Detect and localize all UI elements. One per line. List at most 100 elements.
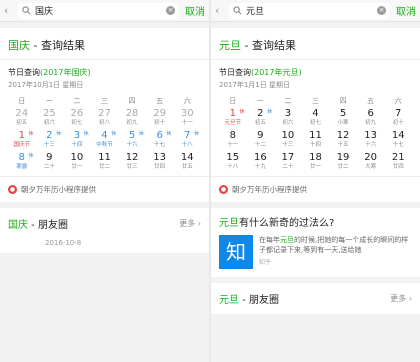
calendar-day[interactable]: 11 十四	[302, 130, 330, 150]
calendar-result-card[interactable]: 国庆 - 查询结果 节日查询(2017年国庆) 2017年10月1日 星期日 日…	[0, 28, 209, 202]
calendar-day[interactable]: 30 十一	[173, 108, 201, 128]
weekday-header: 二	[73, 97, 81, 105]
more-link[interactable]: 更多	[390, 293, 412, 304]
calendar-day[interactable]: 10 十三	[274, 130, 302, 150]
calendar-day[interactable]: 7 十八休	[173, 130, 201, 150]
day-number: 7	[395, 108, 402, 119]
left-screen: ‹ 国庆 × 取消 国庆 - 查询结果 节日查询(2017年国庆) 2017年1…	[0, 0, 209, 362]
lunar-label: 二十	[43, 164, 55, 170]
weekday-header: 一	[45, 97, 53, 105]
right-screen: ‹ 元旦 × 取消 元旦 - 查询结果 节日查询(2017年元旦) 2017年1…	[211, 0, 420, 362]
calendar-day[interactable]: 3 十四休	[63, 130, 91, 150]
calendar-day[interactable]: 1 国庆节休	[8, 130, 36, 150]
source-row: ● 朝夕万年历小程序提供	[211, 176, 420, 202]
calendar-day[interactable]: 8 寒露休	[8, 152, 36, 172]
calendar-day[interactable]: 13 十六	[357, 130, 385, 150]
calendar-day[interactable]: 17 二十	[274, 152, 302, 172]
weekday-header: 三	[311, 97, 319, 105]
calendar-day[interactable]: 26 初七	[63, 108, 91, 128]
day-number: 29	[153, 108, 166, 119]
lunar-label: 十二	[254, 142, 266, 148]
lunar-label: 十一	[181, 120, 193, 126]
moments-section[interactable]: 元旦 - 朋友圈 更多	[211, 283, 420, 314]
calendar-day[interactable]: 21 廿四	[384, 152, 412, 172]
calendar-day[interactable]: 14 十七	[384, 130, 412, 150]
day-number: 9	[257, 130, 264, 141]
calendar-day[interactable]: 10 廿一	[63, 152, 91, 172]
day-number: 15	[226, 152, 240, 163]
calendar-result-card[interactable]: 元旦 - 查询结果 节日查询(2017年元旦) 2017年1月1日 星期日 日 一…	[211, 28, 420, 202]
calendar-day[interactable]: 18 廿一	[302, 152, 330, 172]
lunar-label: 十八	[181, 142, 193, 148]
weekday-header: 日	[229, 97, 237, 105]
cancel-button[interactable]: 取消	[183, 3, 205, 18]
moments-section[interactable]: 国庆 - 朋友圈 更多 2016-10-8	[0, 208, 209, 253]
result-title: 国庆 - 查询结果	[0, 28, 209, 60]
calendar-day[interactable]: 7 初十	[384, 108, 412, 128]
calendar-day[interactable]: 24 初五	[8, 108, 36, 128]
calendar-day[interactable]: 9 十二	[247, 130, 275, 150]
day-number: 10	[281, 130, 295, 141]
calendar-day[interactable]: 12 十五	[329, 130, 357, 150]
lunar-label: 廿一	[71, 164, 83, 170]
calendar-day[interactable]: 1 元旦节休	[219, 108, 247, 128]
clear-icon[interactable]: ×	[166, 6, 175, 15]
calendar-day[interactable]: 19 廿二	[329, 152, 357, 172]
lunar-label: 大寒	[365, 164, 377, 170]
day-number: 11	[309, 130, 322, 141]
rest-badge: 休	[239, 109, 245, 115]
day-number: 18	[309, 152, 322, 163]
calendar-day[interactable]: 9 二十	[36, 152, 64, 172]
search-input[interactable]: 元旦 ×	[229, 2, 390, 19]
day-number: 17	[281, 152, 295, 163]
back-chevron-icon[interactable]: ‹	[4, 5, 14, 16]
calendar-day[interactable]: 29 初十	[146, 108, 174, 128]
day-number: 28	[125, 108, 139, 119]
calendar-day[interactable]: 5 小寒	[329, 108, 357, 128]
back-chevron-icon[interactable]: ‹	[215, 5, 225, 16]
zhihu-result-card[interactable]: 元旦有什么新奇的过法么? 知 在每年元旦的时候,把她的每一个成长的瞬间的样子都记…	[211, 208, 420, 277]
calendar-day[interactable]: 4 初七	[302, 108, 330, 128]
calendar-day[interactable]: 6 十七休	[146, 130, 174, 150]
calendar-day[interactable]: 13 廿四	[146, 152, 174, 172]
weekday-header: 四	[339, 97, 347, 105]
lunar-label: 十三	[43, 142, 55, 148]
calendar-day[interactable]: 11 廿二	[91, 152, 119, 172]
calendar-day[interactable]: 20 大寒	[357, 152, 385, 172]
lunar-label: 初七	[309, 120, 321, 126]
moments-suffix: - 朋友圈	[28, 220, 68, 231]
result-keyword: 国庆	[8, 39, 30, 52]
lunar-label: 初八	[98, 120, 110, 126]
day-number: 3	[284, 108, 292, 119]
more-link[interactable]: 更多	[179, 218, 201, 229]
calendar-day[interactable]: 3 初六	[274, 108, 302, 128]
lunar-label: 十七	[154, 142, 166, 148]
source-text: 朝夕万年历小程序提供	[21, 185, 96, 194]
calendar-day[interactable]: 16 十九	[247, 152, 275, 172]
calendar-day[interactable]: 27 初八	[91, 108, 119, 128]
cancel-button[interactable]: 取消	[394, 3, 416, 18]
calendar-day[interactable]: 6 初九	[357, 108, 385, 128]
calendar-day[interactable]: 5 十六休	[118, 130, 146, 150]
calendar-day[interactable]: 4 中秋节休	[91, 130, 119, 150]
calendar-day[interactable]: 14 廿五	[173, 152, 201, 172]
calendar-day[interactable]: 15 十八	[219, 152, 247, 172]
calendar-day[interactable]: 2 初五休	[247, 108, 275, 128]
calendar-day[interactable]: 28 初九	[118, 108, 146, 128]
lunar-label: 廿二	[98, 164, 110, 170]
search-query: 元旦	[246, 7, 265, 17]
weekday-header: 五	[156, 97, 164, 105]
rest-badge: 休	[28, 131, 34, 137]
calendar-day[interactable]: 12 廿三	[118, 152, 146, 172]
day-number: 6	[367, 108, 374, 119]
calendar-day[interactable]: 2 十三休	[36, 130, 64, 150]
calendar-day[interactable]: 8 十一	[219, 130, 247, 150]
day-number: 12	[125, 152, 139, 163]
day-number: 27	[98, 108, 111, 119]
clear-icon[interactable]: ×	[377, 6, 386, 15]
lunar-label: 十六	[126, 142, 138, 148]
moments-keyword: 国庆	[8, 220, 28, 231]
zhihu-logo-icon: 知	[219, 235, 253, 269]
search-input[interactable]: 国庆 ×	[18, 2, 179, 19]
calendar-day[interactable]: 25 初六	[36, 108, 64, 128]
